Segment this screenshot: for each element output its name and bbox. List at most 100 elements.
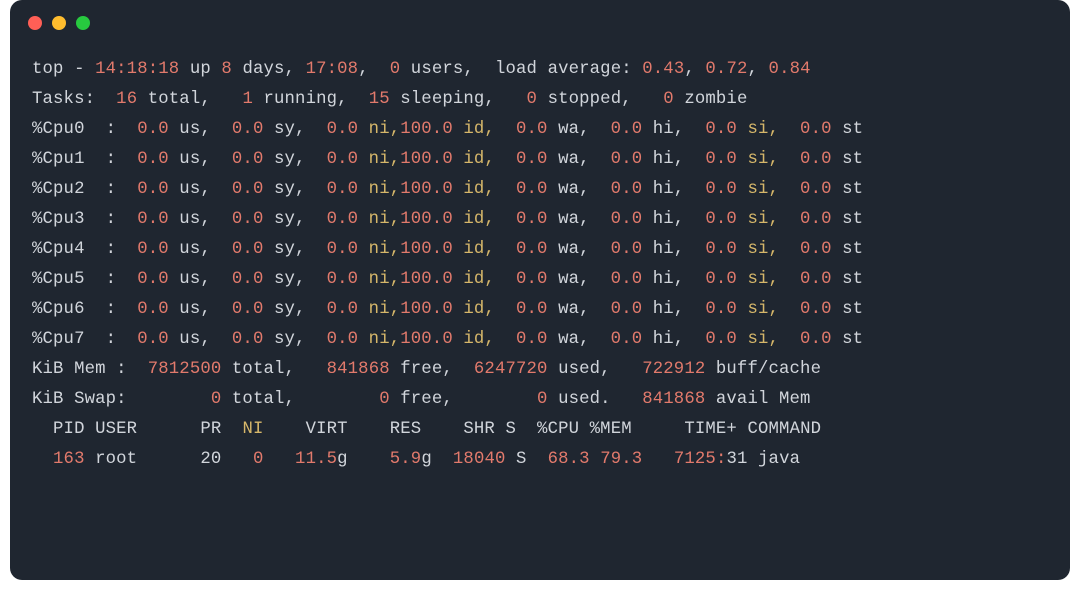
mem-free: 841868 <box>327 360 390 379</box>
cpu-st: 0.0 <box>800 120 832 139</box>
col-virt: VIRT <box>263 420 347 439</box>
cpu-ni: 0.0 <box>327 270 359 289</box>
cpu-hi: 0.0 <box>611 180 643 199</box>
cpu-sy: 0.0 <box>232 210 264 229</box>
terminal-window: top - 14:18:18 up 8 days, 17:08, 0 users… <box>10 0 1070 580</box>
close-icon[interactable] <box>28 16 42 30</box>
cpu-line: %Cpu3 : 0.0 us, 0.0 sy, 0.0 ni,100.0 id,… <box>32 205 1048 235</box>
col-cpu: %CPU <box>537 420 590 439</box>
cpu-id: 100.0 <box>400 150 453 169</box>
cpu-id: 100.0 <box>400 120 453 139</box>
swap-free: 0 <box>379 390 390 409</box>
cpu-line: %Cpu1 : 0.0 us, 0.0 sy, 0.0 ni,100.0 id,… <box>32 145 1048 175</box>
cpu-us: 0.0 <box>137 300 169 319</box>
cpu-wa: 0.0 <box>516 210 548 229</box>
cpu-line: %Cpu5 : 0.0 us, 0.0 sy, 0.0 ni,100.0 id,… <box>32 265 1048 295</box>
cpu-si: 0.0 <box>705 210 737 229</box>
cpu-line: %Cpu4 : 0.0 us, 0.0 sy, 0.0 ni,100.0 id,… <box>32 235 1048 265</box>
cpu-us: 0.0 <box>137 150 169 169</box>
col-res: RES <box>348 420 422 439</box>
cpu-si: 0.0 <box>705 120 737 139</box>
cpu-ni: 0.0 <box>327 120 359 139</box>
cpu-us: 0.0 <box>137 270 169 289</box>
cpu-st: 0.0 <box>800 180 832 199</box>
cpu-wa: 0.0 <box>516 180 548 199</box>
cpu-hi: 0.0 <box>611 300 643 319</box>
cpu-st: 0.0 <box>800 300 832 319</box>
col-pid: PID <box>32 420 95 439</box>
cpu-id: 100.0 <box>400 330 453 349</box>
cpu-st: 0.0 <box>800 330 832 349</box>
cpu-line: %Cpu6 : 0.0 us, 0.0 sy, 0.0 ni,100.0 id,… <box>32 295 1048 325</box>
cpu-sy: 0.0 <box>232 180 264 199</box>
cpu-us: 0.0 <box>137 210 169 229</box>
cpu-wa: 0.0 <box>516 120 548 139</box>
cpu-id: 100.0 <box>400 240 453 259</box>
window-controls <box>28 16 90 30</box>
cpu-line: %Cpu7 : 0.0 us, 0.0 sy, 0.0 ni,100.0 id,… <box>32 325 1048 355</box>
cpu-ni: 0.0 <box>327 210 359 229</box>
col-user: USER <box>95 420 200 439</box>
cpu-name: %Cpu3 : <box>32 210 137 229</box>
cpu-st: 0.0 <box>800 210 832 229</box>
col-time: TIME+ <box>632 420 748 439</box>
cpu-wa: 0.0 <box>516 330 548 349</box>
cpu-st: 0.0 <box>800 270 832 289</box>
cpu-sy: 0.0 <box>232 330 264 349</box>
cpu-sy: 0.0 <box>232 270 264 289</box>
tasks-sleeping: 15 <box>369 90 390 109</box>
terminal-output: top - 14:18:18 up 8 days, 17:08, 0 users… <box>32 55 1048 475</box>
cpu-sy: 0.0 <box>232 240 264 259</box>
proc-user: root <box>95 450 200 469</box>
mem-used: 6247720 <box>474 360 548 379</box>
cpu-name: %Cpu7 : <box>32 330 137 349</box>
proc-res: 5.9 <box>348 450 422 469</box>
cpu-hi: 0.0 <box>611 270 643 289</box>
col-mem: %MEM <box>590 420 632 439</box>
cpu-id: 100.0 <box>400 300 453 319</box>
cpu-si: 0.0 <box>705 150 737 169</box>
proc-shr: 18040 <box>432 450 516 469</box>
proc-cpu: 68.3 <box>548 450 601 469</box>
user-count: 0 <box>390 60 401 79</box>
proc-mem: 79.3 <box>600 450 642 469</box>
minimize-icon[interactable] <box>52 16 66 30</box>
process-row: 163 root 20 0 11.5g 5.9g 18040 S 68.3 79… <box>32 445 1048 475</box>
cpu-name: %Cpu5 : <box>32 270 137 289</box>
cpu-si: 0.0 <box>705 180 737 199</box>
col-shr: SHR <box>421 420 505 439</box>
tasks-stopped: 0 <box>527 90 538 109</box>
swap-line: KiB Swap: 0 total, 0 free, 0 used. 84186… <box>32 385 1048 415</box>
zoom-icon[interactable] <box>76 16 90 30</box>
cpu-id: 100.0 <box>400 210 453 229</box>
uptime-days: 8 <box>221 60 232 79</box>
cpu-wa: 0.0 <box>516 270 548 289</box>
proc-pid: 163 <box>32 450 95 469</box>
cpu-name: %Cpu6 : <box>32 300 137 319</box>
load-avg-5: 0.72 <box>705 60 747 79</box>
cpu-sy: 0.0 <box>232 300 264 319</box>
col-ni: NI <box>242 420 263 439</box>
cpu-hi: 0.0 <box>611 150 643 169</box>
cpu-hi: 0.0 <box>611 240 643 259</box>
cpu-ni: 0.0 <box>327 300 359 319</box>
load-avg-1: 0.43 <box>642 60 684 79</box>
col-pr: PR <box>200 420 242 439</box>
cpu-hi: 0.0 <box>611 210 643 229</box>
process-header: PID USER PR NI VIRT RES SHR S %CPU %MEM … <box>32 415 1048 445</box>
clock-time: 14:18:18 <box>95 60 179 79</box>
cpu-name: %Cpu0 : <box>32 120 137 139</box>
cpu-hi: 0.0 <box>611 120 643 139</box>
swap-used: 0 <box>537 390 548 409</box>
tasks-zombie: 0 <box>663 90 674 109</box>
proc-time: 7125: <box>642 450 726 469</box>
cpu-sy: 0.0 <box>232 150 264 169</box>
load-avg-15: 0.84 <box>769 60 811 79</box>
proc-pr: 20 <box>200 450 221 469</box>
col-command: COMMAND <box>747 420 821 439</box>
cpu-wa: 0.0 <box>516 300 548 319</box>
proc-command: java <box>758 450 800 469</box>
cpu-id: 100.0 <box>400 270 453 289</box>
cpu-wa: 0.0 <box>516 240 548 259</box>
cpu-si: 0.0 <box>705 330 737 349</box>
